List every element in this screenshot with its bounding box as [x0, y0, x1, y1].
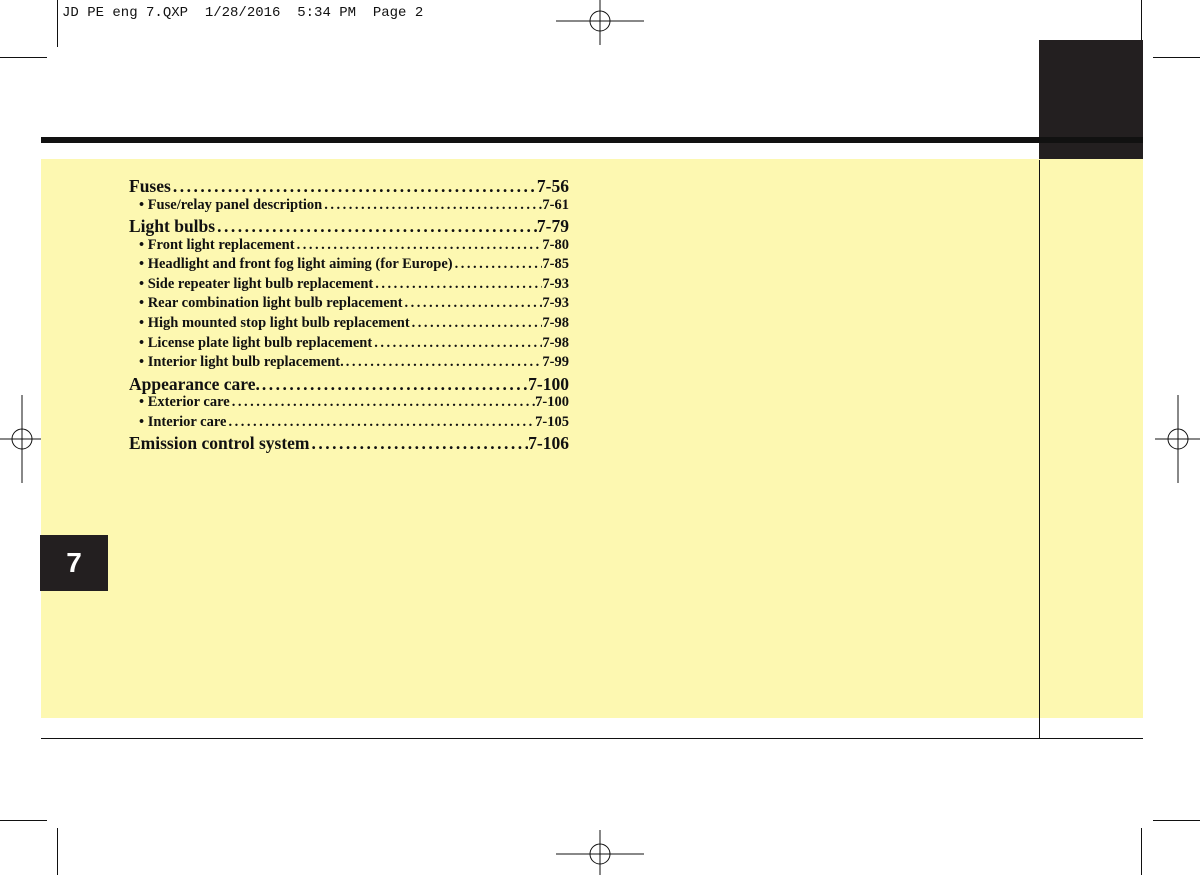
toc-entry-label: • Fuse/relay panel description — [139, 196, 323, 213]
toc-entry-sub[interactable]: • High mounted stop light bulb replaceme… — [129, 315, 569, 335]
toc-entry-label: • Exterior care — [139, 394, 230, 411]
crop-mark-tl-h — [0, 57, 47, 58]
toc-entry-label: • Rear combination light bulb replacemen… — [139, 295, 403, 312]
toc-entry-sub[interactable]: • Rear combination light bulb replacemen… — [129, 295, 569, 315]
toc-entry-page: 7-98 — [542, 314, 569, 331]
toc-leader-dots: ........................................… — [261, 373, 528, 394]
toc-leader-dots: ........................................… — [374, 334, 543, 351]
toc-entry-sub[interactable]: • Side repeater light bulb replacement .… — [129, 276, 569, 296]
toc-leader-dots: ........................................… — [345, 354, 543, 371]
toc-entry-page: 7-105 — [535, 413, 569, 430]
toc-leader-dots: ........................................… — [296, 236, 543, 253]
toc-entry-sub[interactable]: • Interior light bulb replacement. .....… — [129, 354, 569, 374]
toc-leader-dots: ........................................… — [228, 413, 535, 430]
toc-leader-dots: ........................................… — [324, 196, 542, 213]
registration-mark-right — [1155, 395, 1200, 483]
toc-entry-page: 7-56 — [536, 176, 569, 196]
registration-mark-left — [0, 395, 45, 483]
crop-mark-bl-v — [57, 828, 58, 875]
toc-entry-page: 7-93 — [542, 275, 569, 292]
toc-entry-sub[interactable]: • Exterior care ........................… — [129, 394, 569, 414]
toc-entry-sub[interactable]: • Front light replacement ..............… — [129, 237, 569, 257]
toc-entry-label: • High mounted stop light bulb replaceme… — [139, 314, 410, 331]
toc-leader-dots: ........................................… — [411, 314, 543, 331]
footer-rule — [41, 738, 1143, 739]
toc-entry-sub[interactable]: • Headlight and front fog light aiming (… — [129, 256, 569, 276]
toc-entry-page: 7-100 — [528, 373, 569, 394]
toc-entry-page: 7-80 — [542, 236, 569, 253]
toc-leader-dots: ........................................… — [375, 275, 543, 292]
header-rule — [41, 137, 1143, 143]
toc-leader-dots: ........................................… — [231, 394, 535, 411]
toc-entry-label: Emission control system — [129, 433, 310, 454]
toc-entry-label: Appearance care. — [129, 373, 260, 394]
toc-entry-page: 7-98 — [542, 334, 569, 351]
crop-mark-tr-h — [1153, 57, 1200, 58]
crop-mark-bl-h — [0, 820, 47, 821]
column-divider — [1039, 160, 1040, 739]
crop-mark-br-v — [1141, 828, 1142, 875]
print-slug: JD PE eng 7.QXP 1/28/2016 5:34 PM Page 2 — [62, 5, 424, 21]
toc-entry-label: • Front light replacement — [139, 236, 295, 253]
table-of-contents: Fuses ..................................… — [129, 176, 569, 454]
toc-entry-label: • Interior light bulb replacement. — [139, 354, 344, 371]
toc-entry-main[interactable]: Appearance care. .......................… — [129, 374, 569, 395]
toc-entry-label: Light bulbs — [129, 216, 216, 237]
toc-entry-page: 7-99 — [542, 354, 569, 371]
toc-entry-page: 7-85 — [542, 256, 569, 273]
toc-entry-label: • License plate light bulb replacement — [139, 334, 373, 351]
registration-mark-bottom — [556, 830, 644, 875]
toc-entry-label: • Headlight and front fog light aiming (… — [139, 256, 453, 273]
toc-entry-sub[interactable]: • Fuse/relay panel description .........… — [129, 197, 569, 217]
toc-entry-sub[interactable]: • Interior care ........................… — [129, 414, 569, 434]
toc-leader-dots: ........................................… — [454, 256, 543, 273]
toc-entry-page: 7-93 — [542, 295, 569, 312]
toc-leader-dots: ........................................… — [172, 176, 537, 196]
toc-entry-label: Fuses — [129, 176, 171, 196]
crop-mark-br-h — [1153, 820, 1200, 821]
toc-leader-dots: ........................................… — [217, 216, 537, 237]
toc-entry-main[interactable]: Fuses ..................................… — [129, 176, 569, 197]
toc-entry-label: • Side repeater light bulb replacement — [139, 275, 374, 292]
toc-entry-main[interactable]: Emission control system ................… — [129, 433, 569, 454]
toc-entry-page: 7-100 — [535, 394, 569, 411]
toc-entry-sub[interactable]: • License plate light bulb replacement .… — [129, 335, 569, 355]
crop-mark-tl-v — [57, 0, 58, 47]
toc-leader-dots: ........................................… — [404, 295, 543, 312]
toc-entry-page: 7-79 — [536, 216, 569, 237]
toc-leader-dots: ........................................… — [311, 433, 529, 454]
registration-mark-top — [556, 0, 644, 45]
toc-entry-page: 7-61 — [542, 196, 569, 213]
toc-entry-label: • Interior care — [139, 413, 227, 430]
toc-entry-page: 7-106 — [528, 433, 569, 454]
chapter-tab: 7 — [40, 535, 108, 591]
toc-entry-main[interactable]: Light bulbs ............................… — [129, 216, 569, 237]
